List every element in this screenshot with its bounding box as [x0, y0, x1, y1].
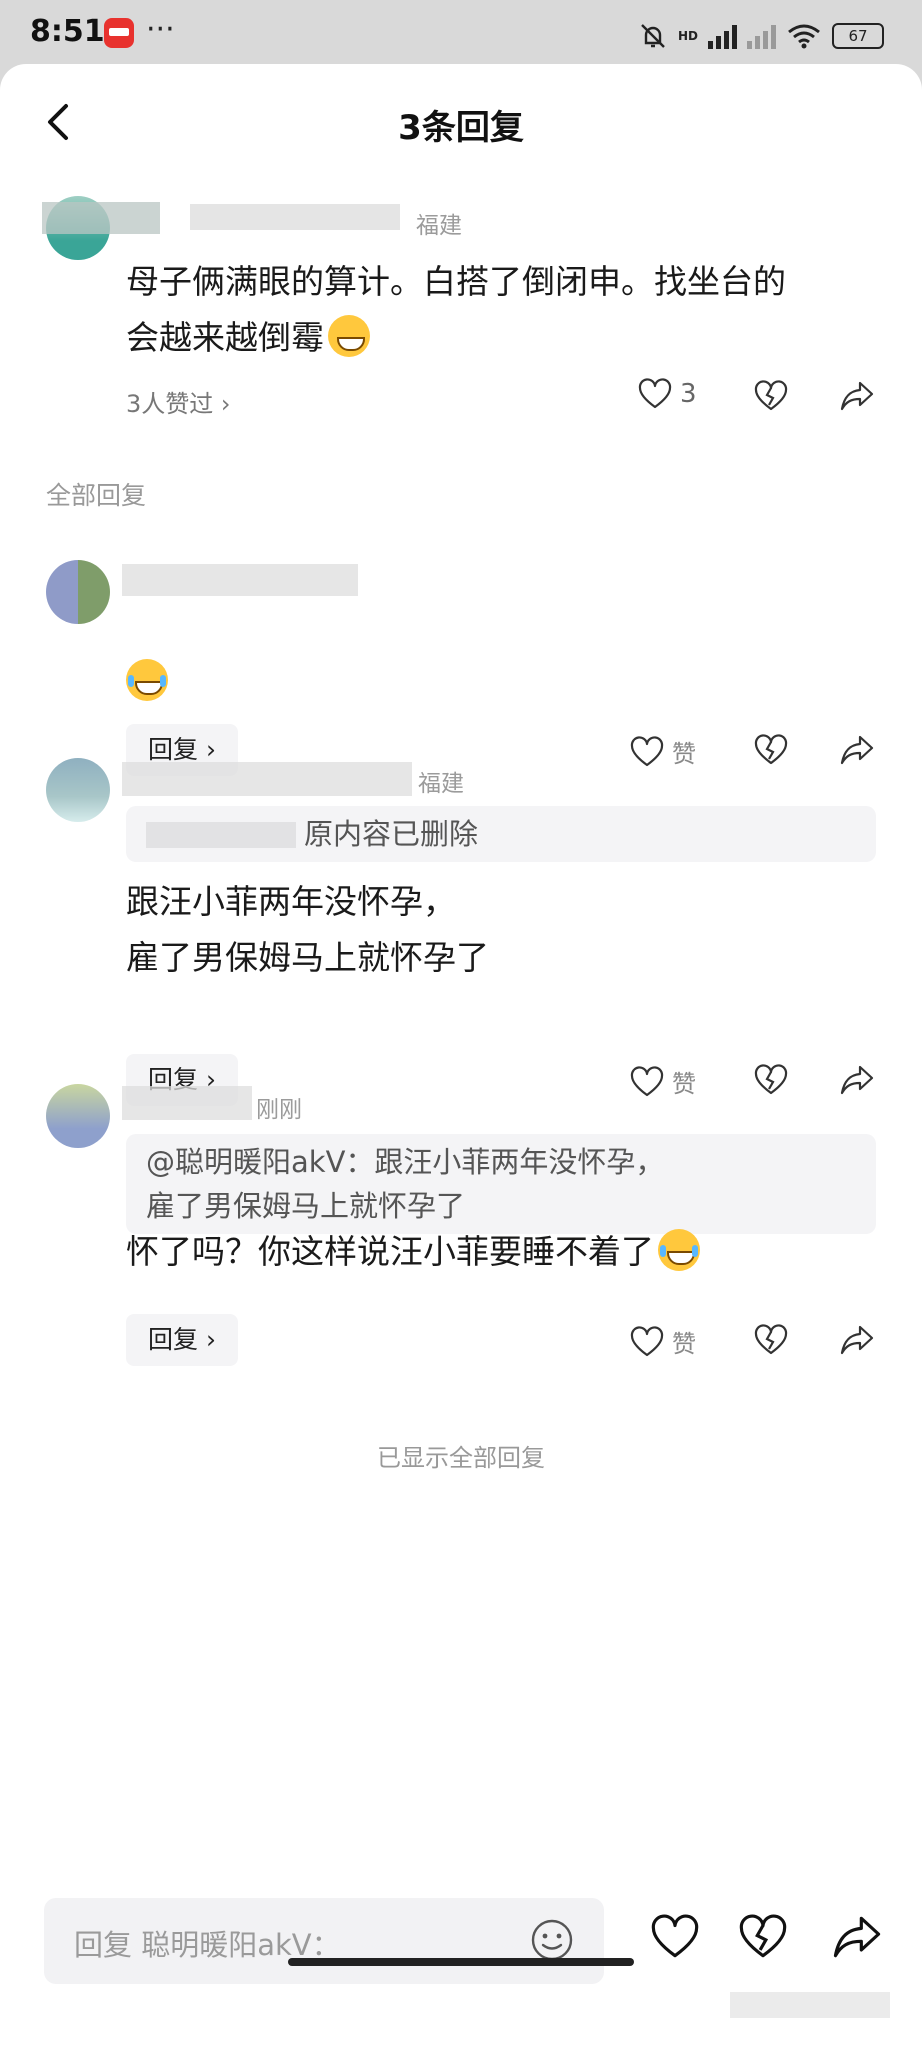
broken-heart-icon[interactable]	[754, 380, 788, 412]
comment-location: 福建	[416, 213, 462, 239]
share-icon[interactable]	[840, 1064, 874, 1096]
reply-text	[126, 654, 168, 710]
broken-heart-icon[interactable]	[754, 1324, 788, 1356]
avatar[interactable]	[46, 758, 110, 822]
page-title: 3条回复	[398, 108, 524, 148]
broken-heart-icon[interactable]	[754, 1064, 788, 1096]
emoji-icon[interactable]	[530, 1918, 574, 1962]
quoted-author-redacted	[146, 822, 296, 848]
reply-text: 跟汪小菲两年没怀孕， 雇了男保姆马上就怀孕了	[126, 874, 489, 986]
heart-icon	[638, 378, 672, 409]
comment-text-line: 会越来越倒霉	[126, 318, 324, 357]
end-of-replies-note: 已显示全部回复	[377, 1444, 545, 1472]
reply-text-line: 怀了吗？你这样说汪小菲要睡不着了	[126, 1232, 654, 1271]
heart-icon	[630, 1325, 664, 1356]
like-label: 赞	[672, 1330, 696, 1358]
reply-button[interactable]: 回复 ›	[126, 1314, 238, 1366]
broken-heart-icon[interactable]	[738, 1914, 788, 1960]
quoted-text-line: 雇了男保姆马上就怀孕了	[146, 1189, 466, 1223]
grin-emoji-icon	[328, 315, 370, 357]
username-redacted	[122, 1086, 252, 1120]
heart-icon	[630, 1065, 664, 1096]
share-icon[interactable]	[832, 1914, 882, 1960]
battery-icon: 67	[832, 23, 884, 49]
status-icons: HD 67	[638, 20, 884, 52]
signal-icon	[708, 23, 737, 49]
like-button[interactable]: 赞	[630, 1064, 696, 1099]
quoted-comment: @聪明暖阳akV：跟汪小菲两年没怀孕， 雇了男保姆马上就怀孕了	[126, 1134, 876, 1234]
reply-text: 怀了吗？你这样说汪小菲要睡不着了	[126, 1224, 700, 1280]
reply-text-line: 雇了男保姆马上就怀孕了	[126, 938, 489, 977]
share-icon[interactable]	[840, 734, 874, 766]
app-notification-icon	[104, 18, 134, 48]
reply-location: 福建	[418, 771, 464, 797]
reply-text-line: 跟汪小菲两年没怀孕，	[126, 882, 456, 921]
like-button[interactable]: 赞	[630, 1324, 696, 1359]
username-redacted	[122, 762, 412, 796]
sheet-header: 3条回复	[0, 64, 922, 174]
status-bar: 8:51 ··· HD 67	[0, 0, 922, 64]
avatar[interactable]	[46, 1084, 110, 1148]
hd-badge: HD	[677, 29, 698, 43]
signal-2-icon	[747, 23, 776, 49]
comment-text: 母子俩满眼的算计。白搭了倒闭申。找坐台的 会越来越倒霉	[126, 254, 786, 366]
like-label: 赞	[672, 740, 696, 768]
quoted-comment: 原内容已删除	[126, 806, 876, 862]
comment-text-line: 母子俩满眼的算计。白搭了倒闭申。找坐台的	[126, 262, 786, 301]
laugh-cry-emoji-icon	[126, 659, 168, 701]
heart-icon[interactable]	[650, 1914, 700, 1960]
section-label: 全部回复	[46, 481, 147, 510]
like-label: 赞	[672, 1070, 696, 1098]
quoted-text: 原内容已删除	[304, 817, 479, 851]
replies-sheet: 3条回复 福建 母子俩满眼的算计。白搭了倒闭申。找坐台的 会越来越倒霉 3人赞过…	[0, 64, 922, 2048]
username-redacted	[190, 204, 400, 230]
username-redacted	[42, 202, 160, 234]
watermark-redacted	[730, 1992, 890, 2018]
share-icon[interactable]	[840, 380, 874, 412]
like-count: 3	[680, 379, 697, 409]
home-indicator[interactable]	[288, 1958, 634, 1966]
more-notifications-indicator: ···	[146, 12, 175, 47]
heart-icon	[630, 735, 664, 766]
reply-input[interactable]: 回复 聪明暖阳akV：	[44, 1898, 604, 1984]
wifi-icon	[788, 24, 820, 49]
broken-heart-icon[interactable]	[754, 734, 788, 766]
status-time: 8:51	[30, 14, 105, 49]
like-button[interactable]: 赞	[630, 734, 696, 769]
share-icon[interactable]	[840, 1324, 874, 1356]
username-redacted	[122, 564, 358, 596]
reply-time: 刚刚	[256, 1097, 302, 1123]
avatar[interactable]	[46, 560, 110, 624]
mute-bell-icon	[641, 24, 665, 48]
likes-summary-link[interactable]: 3人赞过 ›	[126, 384, 231, 419]
like-button[interactable]: 3	[638, 378, 697, 410]
quoted-text-line: @聪明暖阳akV：跟汪小菲两年没怀孕，	[146, 1145, 665, 1179]
laugh-cry-emoji-icon	[658, 1229, 700, 1271]
